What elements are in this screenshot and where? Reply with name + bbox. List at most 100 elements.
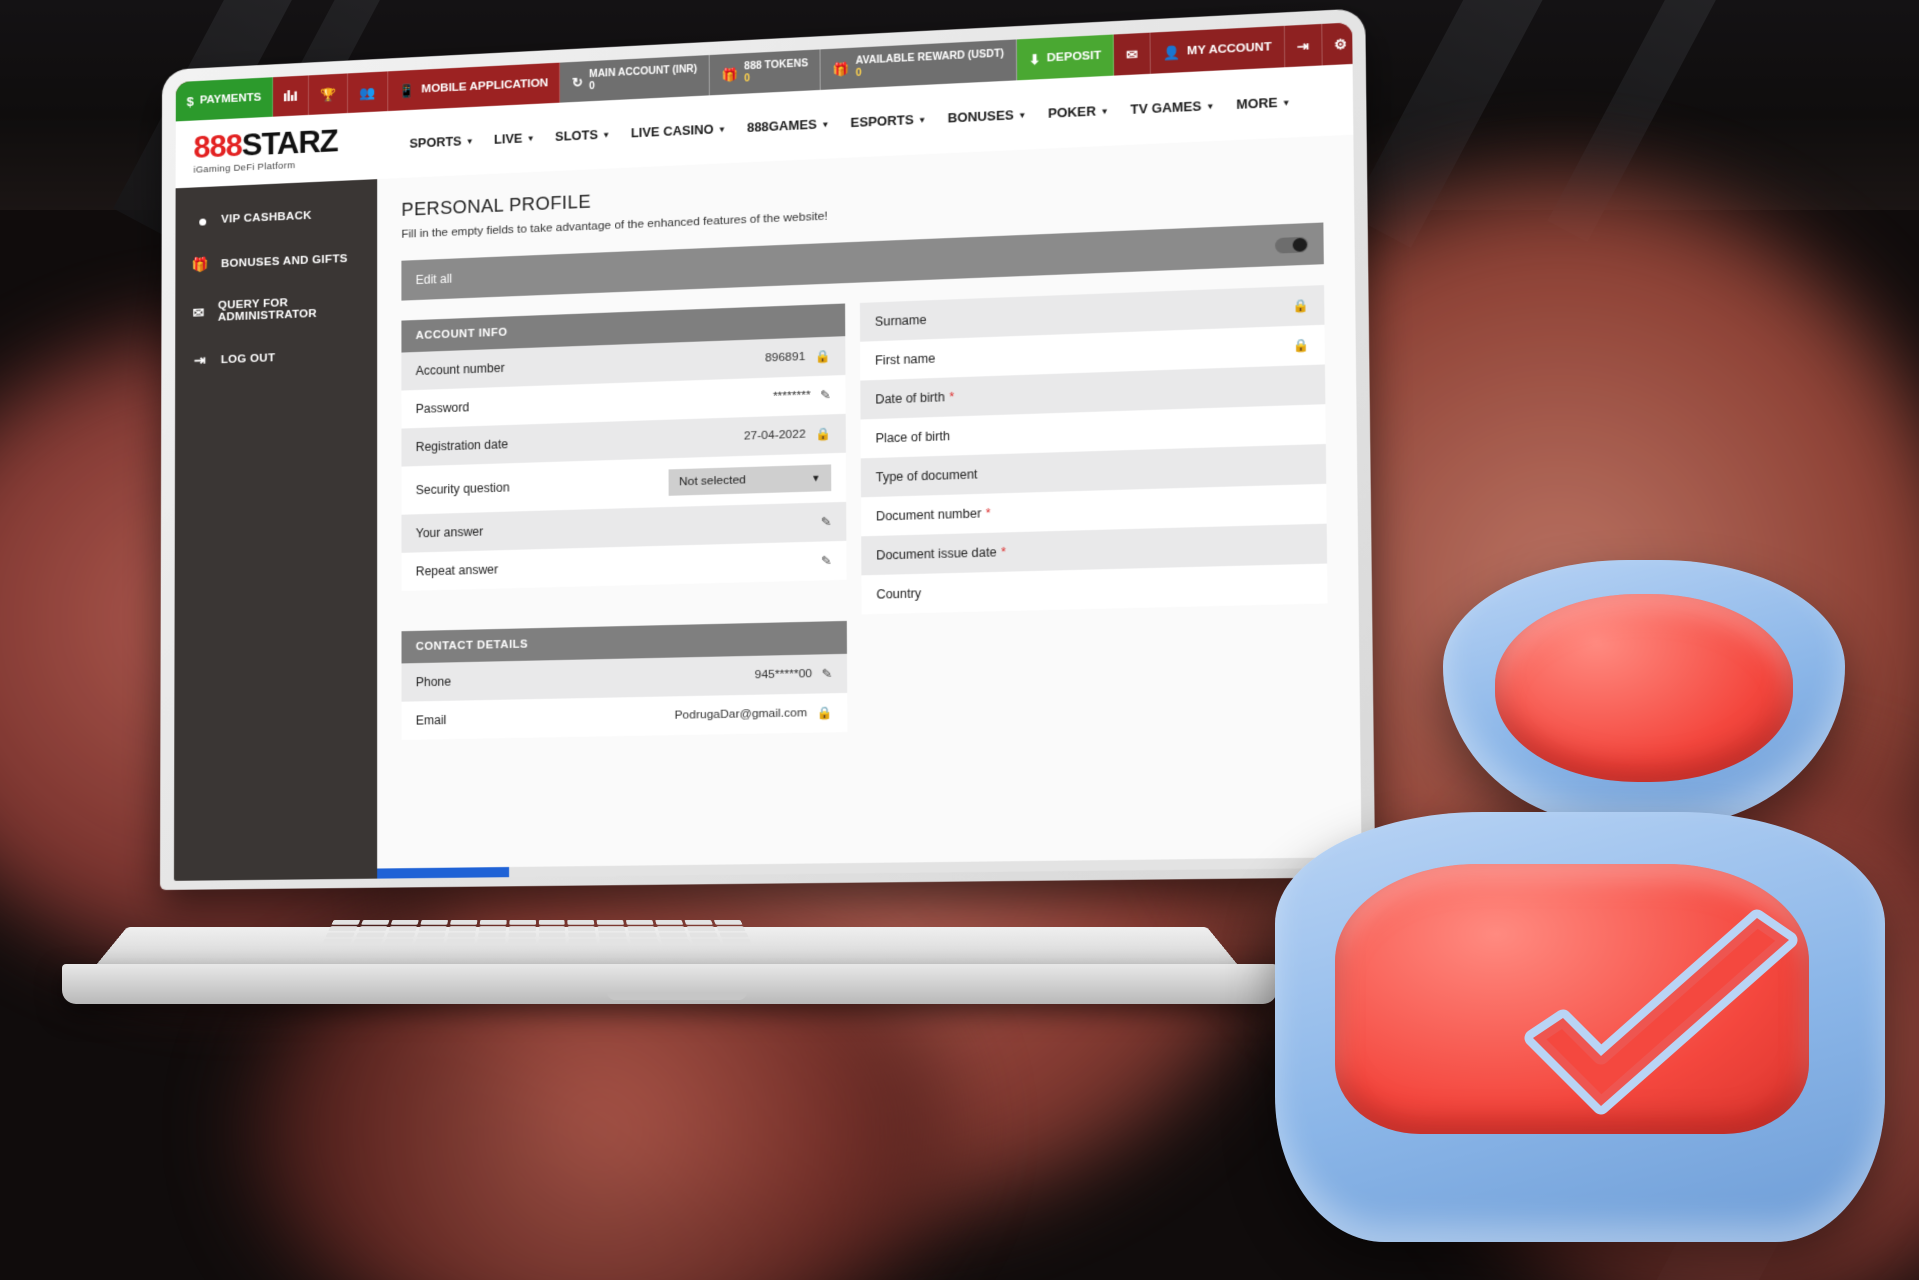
row-label: Your answer — [415, 524, 484, 541]
topbar-referral-button[interactable]: 👥 — [348, 71, 388, 114]
nav-label: MORE — [1236, 95, 1278, 113]
nav-label: POKER — [1047, 104, 1096, 121]
lock-icon: 🔒 — [816, 705, 833, 721]
row-value: 945*****00 — [754, 667, 813, 682]
row-label: Date of birth — [875, 389, 945, 407]
page-body: VIP CASHBACK 🎁 BONUSES AND GIFTS ✉ QUERY… — [173, 134, 1362, 881]
envelope-icon: ✉ — [1126, 46, 1138, 63]
laptop-keyboard — [322, 919, 752, 944]
row-value: 896891 — [764, 350, 806, 365]
topbar-main-account[interactable]: ↻ MAIN ACCOUNT (INR) 0 — [560, 55, 710, 103]
row-value: PodrugaDar@gmail.com — [674, 707, 808, 722]
people-icon: 👥 — [359, 84, 376, 101]
nav-label: LIVE CASINO — [630, 122, 714, 141]
logout-button[interactable]: ⇥ — [1284, 23, 1323, 68]
lock-icon: 🔒 — [814, 348, 831, 364]
row-label: Place of birth — [875, 428, 951, 446]
pencil-icon[interactable]: ✎ — [821, 515, 832, 530]
laptop-mockup: $ PAYMENTS 🏆 👥 📱 MOBILE APPLICATION ↻ MA… — [62, 8, 1376, 1022]
my-account-button[interactable]: 👤 MY ACCOUNT — [1150, 25, 1285, 74]
nav-item-bonuses[interactable]: BONUSES ▼ — [947, 108, 1027, 126]
row-email[interactable]: Email PodrugaDar@gmail.com 🔒 — [401, 692, 848, 740]
lock-icon: 🔒 — [1292, 298, 1309, 314]
dollar-icon: $ — [186, 93, 194, 109]
refresh-icon: ↻ — [571, 73, 583, 90]
chevron-down-icon: ⌄ — [1353, 36, 1362, 48]
trophy-icon: 🏆 — [320, 86, 337, 103]
topbar-payments-button[interactable]: $ PAYMENTS — [175, 77, 274, 122]
nav-item-esports[interactable]: ESPORTS ▼ — [850, 112, 926, 130]
chevron-down-icon: ▼ — [821, 119, 830, 129]
nav-label: BONUSES — [947, 108, 1014, 126]
chevron-down-icon: ▼ — [917, 114, 927, 125]
required-marker: * — [1000, 544, 1007, 560]
sidebar-item-label: VIP CASHBACK — [221, 209, 312, 226]
topbar-tournaments-button[interactable]: 🏆 — [309, 73, 349, 115]
nav-item-sports[interactable]: SPORTS ▼ — [409, 134, 474, 151]
topbar-payments-label: PAYMENTS — [199, 91, 262, 107]
topbar-statistics-button[interactable] — [273, 75, 310, 117]
nav-item-slots[interactable]: SLOTS ▼ — [555, 127, 610, 144]
nav-item-live-casino[interactable]: LIVE CASINO ▼ — [630, 122, 727, 141]
security-question-select[interactable]: Not selected ▼ — [668, 464, 832, 496]
topbar-tokens[interactable]: 🎁 888 TOKENS 0 — [709, 49, 821, 96]
chevron-down-icon: ▼ — [602, 129, 611, 140]
chevron-down-icon: ▼ — [811, 472, 821, 484]
deposit-button[interactable]: ⬇ DEPOSIT — [1016, 34, 1115, 81]
profile-columns: ACCOUNT INFO Account number 896891 🔒 Pass… — [401, 285, 1328, 740]
row-value: 27-04-2022 — [743, 428, 806, 443]
pencil-icon[interactable]: ✎ — [820, 388, 831, 403]
gift-icon: 🎁 — [721, 66, 739, 83]
nav-label: SLOTS — [555, 127, 598, 144]
row-label: Type of document — [875, 467, 978, 485]
laptop-notch — [607, 992, 747, 1000]
topbar-mobile-application-label: MOBILE APPLICATION — [421, 77, 549, 96]
lock-icon: 🔒 — [1292, 337, 1310, 354]
gear-icon: ⚙ — [1334, 35, 1348, 52]
settings-button[interactable]: ⚙ ⌄ — [1321, 22, 1362, 66]
row-label: Document number — [875, 506, 982, 524]
gift-icon: 🎁 — [832, 60, 850, 77]
logo-8-mid: 8 — [209, 128, 226, 165]
sidebar-item-label: BONUSES AND GIFTS — [221, 252, 348, 270]
required-marker: * — [949, 389, 955, 405]
nav-item-tv-games[interactable]: TV GAMES ▼ — [1130, 99, 1214, 117]
nav-item-poker[interactable]: POKER ▼ — [1048, 104, 1109, 121]
sidebar-item-query-for-administrator[interactable]: ✉ QUERY FOR ADMINISTRATOR — [175, 280, 377, 340]
nav-item-more[interactable]: MORE ▼ — [1236, 95, 1290, 112]
browser-screen: $ PAYMENTS 🏆 👥 📱 MOBILE APPLICATION ↻ MA… — [173, 22, 1362, 881]
nav-item-live[interactable]: LIVE ▼ — [494, 131, 535, 147]
pencil-icon[interactable]: ✎ — [822, 666, 833, 681]
chevron-down-icon: ▼ — [526, 133, 535, 143]
chevron-down-icon: ▼ — [1281, 97, 1291, 108]
edit-all-label: Edit all — [415, 271, 453, 288]
messages-button[interactable]: ✉ — [1114, 32, 1152, 76]
row-label: Repeat answer — [415, 562, 499, 579]
logout-icon: ⇥ — [193, 351, 206, 369]
logo-8-left: 8 — [193, 129, 210, 165]
nav-item-888games[interactable]: 888GAMES ▼ — [747, 117, 830, 135]
download-icon: ⬇ — [1028, 51, 1041, 67]
row-label: Surname — [874, 312, 927, 329]
nav-label: 888GAMES — [746, 117, 817, 135]
sidebar-item-label: LOG OUT — [220, 351, 276, 366]
topbar-mobile-application-button[interactable]: 📱 MOBILE APPLICATION — [387, 62, 561, 112]
nav-label: TV GAMES — [1130, 99, 1202, 118]
row-label: Phone — [415, 674, 452, 690]
chevron-down-icon: ▼ — [717, 124, 727, 134]
pencil-icon[interactable]: ✎ — [821, 554, 832, 569]
edit-all-toggle[interactable] — [1274, 236, 1309, 254]
row-label: Account number — [415, 360, 505, 379]
mobile-icon: 📱 — [398, 82, 416, 99]
lock-icon: 🔒 — [815, 426, 832, 442]
sidebar-item-log-out[interactable]: ⇥ LOG OUT — [175, 331, 377, 383]
site-logo[interactable]: 888STARZ iGaming DeFi Platform — [193, 123, 383, 175]
nav-label: SPORTS — [409, 134, 462, 151]
row-label: Country — [876, 586, 922, 602]
deposit-label: DEPOSIT — [1046, 49, 1102, 65]
chevron-down-icon: ▼ — [1100, 106, 1109, 116]
chevron-down-icon: ▼ — [1205, 101, 1215, 111]
chevron-down-icon: ▼ — [465, 136, 474, 146]
row-label: First name — [875, 351, 936, 368]
chevron-down-icon: ▼ — [1017, 110, 1027, 120]
